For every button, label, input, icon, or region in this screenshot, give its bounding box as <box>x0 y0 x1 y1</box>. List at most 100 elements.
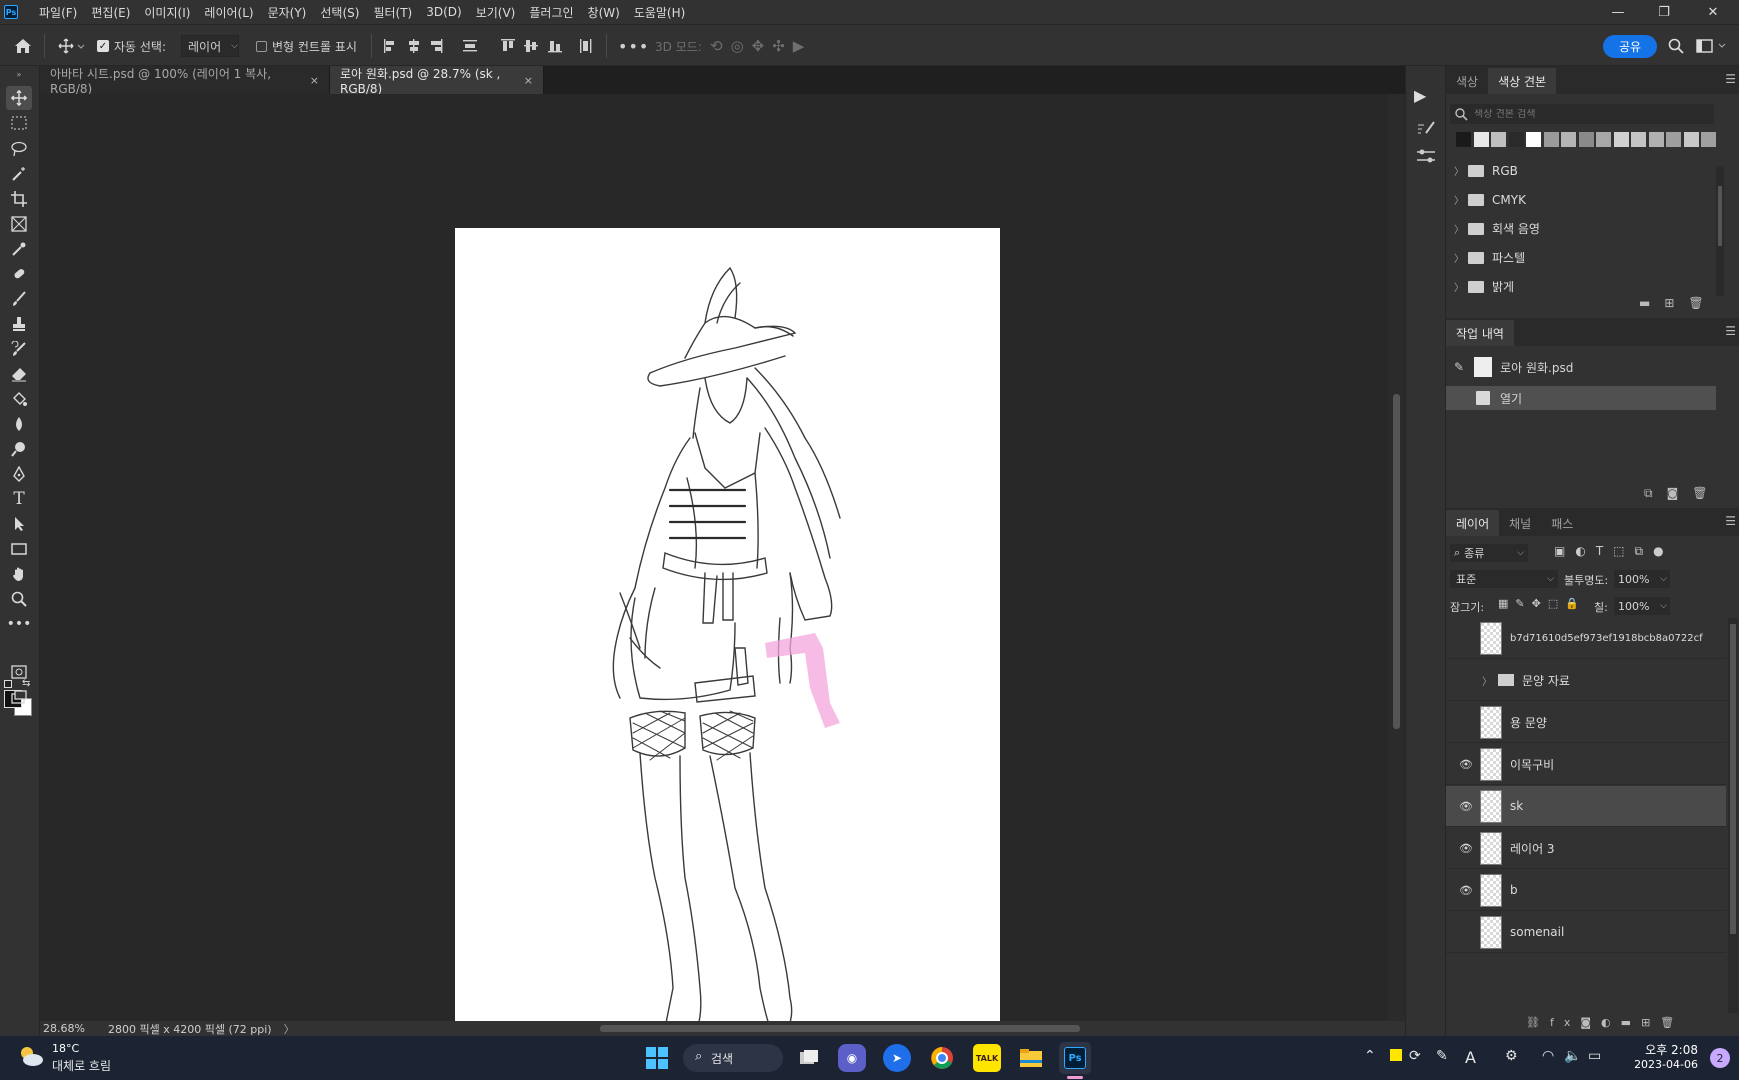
more-tools-icon[interactable]: ••• <box>6 612 32 636</box>
layer-row[interactable]: 👁 이목구비 <box>1446 744 1726 785</box>
type-tool-icon[interactable]: T <box>6 487 32 511</box>
layer-row[interactable]: 〉 문양 자료 <box>1446 660 1726 701</box>
layer-row[interactable]: somenail <box>1446 912 1726 953</box>
kakaotalk-icon[interactable]: TALK <box>973 1044 1001 1072</box>
pen-tool-icon[interactable] <box>6 462 32 486</box>
menu-image[interactable]: 이미지(I) <box>137 4 197 21</box>
layer-row[interactable]: 용 문양 <box>1446 702 1726 743</box>
taskbar-search-box[interactable]: ⌕ 검색 <box>683 1044 783 1072</box>
app-blue-icon[interactable]: ➤ <box>883 1044 911 1072</box>
swatch-folder-rgb[interactable]: 〉 RGB <box>1446 156 1716 185</box>
new-group-icon[interactable]: ▬ <box>1621 1016 1641 1029</box>
menu-3d[interactable]: 3D(D) <box>419 5 468 19</box>
panel-menu-icon[interactable]: ☰ <box>1725 514 1736 528</box>
home-icon[interactable] <box>14 35 32 57</box>
menu-window[interactable]: 창(W) <box>581 4 627 21</box>
screen-mode-icon[interactable] <box>6 685 32 709</box>
layer-filter-dropdown[interactable]: ⌕ 종류 ⌵ <box>1450 544 1528 562</box>
close-tab-icon[interactable]: × <box>524 74 533 87</box>
color-swatch[interactable] <box>1473 132 1489 147</box>
visibility-eye-icon[interactable]: 👁 <box>1454 758 1478 771</box>
menu-edit[interactable]: 편집(E) <box>84 4 137 21</box>
color-swatch[interactable] <box>1613 132 1629 147</box>
menu-help[interactable]: 도움말(H) <box>627 4 693 21</box>
color-swatch[interactable] <box>1508 132 1524 147</box>
scrollbar-thumb[interactable] <box>1393 394 1400 729</box>
task-view-icon[interactable] <box>795 1044 823 1072</box>
color-swatch[interactable] <box>1543 132 1559 147</box>
type-filter-icon[interactable]: T <box>1596 544 1613 558</box>
lock-pixels-icon[interactable]: ✎ <box>1515 597 1531 610</box>
link-layers-icon[interactable]: ⛓ <box>1526 1016 1550 1029</box>
lock-artboard-icon[interactable]: ⬚ <box>1548 597 1565 610</box>
fill-input[interactable]: 100% ⌵ <box>1614 597 1670 615</box>
visibility-eye-icon[interactable]: 👁 <box>1454 842 1478 855</box>
pixel-filter-icon[interactable]: ▣ <box>1554 544 1575 558</box>
auto-select-dropdown[interactable]: 레이어 ⌵ <box>181 35 239 57</box>
tray-pen-icon[interactable]: ✎ <box>1436 1048 1448 1064</box>
transform-controls-checkbox[interactable]: 변형 컨트롤 표시 <box>256 35 357 57</box>
weather-icon[interactable] <box>18 1044 44 1071</box>
color-swatch[interactable] <box>1701 132 1716 147</box>
move-tool-icon[interactable] <box>6 86 32 110</box>
hand-tool-icon[interactable] <box>6 562 32 586</box>
lasso-tool-icon[interactable] <box>6 137 32 161</box>
filter-toggle-icon[interactable]: ● <box>1653 544 1673 558</box>
clock-date[interactable]: 2023-04-06 <box>1618 1058 1698 1071</box>
document-canvas[interactable] <box>455 228 1000 1047</box>
menu-file[interactable]: 파일(F) <box>32 4 84 21</box>
clone-stamp-tool-icon[interactable] <box>6 312 32 336</box>
delete-layer-icon[interactable]: 🗑 <box>1660 1016 1684 1029</box>
color-swatch[interactable] <box>1631 132 1646 147</box>
new-group-icon[interactable]: ▬ <box>1639 296 1664 310</box>
group-expand-icon[interactable]: 〉 <box>1482 673 1492 688</box>
swatches-scrollbar[interactable] <box>1716 166 1724 296</box>
chrome-icon[interactable] <box>928 1044 956 1072</box>
history-state-open[interactable]: 열기 <box>1446 386 1716 410</box>
brush-tool-icon[interactable] <box>6 287 32 311</box>
color-swatch[interactable] <box>1578 132 1594 147</box>
color-swatch[interactable] <box>1456 132 1471 147</box>
tab-history[interactable]: 작업 내역 <box>1446 320 1514 346</box>
color-swatch[interactable] <box>1596 132 1611 147</box>
teams-chat-icon[interactable]: ◉ <box>838 1044 866 1072</box>
volume-icon[interactable]: 🔈 <box>1564 1048 1581 1064</box>
camera-icon[interactable]: ◙ <box>1667 486 1693 500</box>
opacity-input[interactable]: 100% ⌵ <box>1614 570 1670 588</box>
tab-roa-artwork[interactable]: 로아 원화.psd @ 28.7% (sk , RGB/8) × <box>330 66 544 96</box>
rectangle-tool-icon[interactable] <box>6 537 32 561</box>
close-tab-icon[interactable]: × <box>310 74 319 87</box>
marquee-tool-icon[interactable] <box>6 111 32 135</box>
collapse-toolbar-icon[interactable]: » <box>6 70 32 79</box>
lock-position-icon[interactable]: ✥ <box>1532 597 1548 610</box>
close-window-button[interactable]: ✕ <box>1690 0 1736 24</box>
color-swatch[interactable] <box>1491 132 1506 147</box>
crop-tool-icon[interactable] <box>6 187 32 211</box>
visibility-eye-icon[interactable]: 👁 <box>1454 800 1478 813</box>
eyedropper-tool-icon[interactable] <box>6 237 32 261</box>
menu-select[interactable]: 선택(S) <box>313 4 366 21</box>
color-swatch[interactable] <box>1526 132 1541 147</box>
healing-brush-tool-icon[interactable] <box>6 262 32 286</box>
tray-app-icon[interactable] <box>1390 1049 1402 1061</box>
share-button[interactable]: 공유 <box>1603 35 1657 58</box>
ime-indicator[interactable]: A <box>1465 1048 1476 1067</box>
windows-start-icon[interactable] <box>643 1044 671 1072</box>
menu-filter[interactable]: 필터(T) <box>366 4 419 21</box>
layer-row[interactable]: 👁 b <box>1446 870 1726 911</box>
add-mask-icon[interactable]: ◙ <box>1580 1016 1601 1029</box>
show-hidden-icons-icon[interactable]: ⌃ <box>1364 1048 1376 1064</box>
magic-wand-tool-icon[interactable] <box>6 162 32 186</box>
layer-row[interactable]: 👁 레이어 3 <box>1446 828 1726 869</box>
swatch-folder-pastel[interactable]: 〉 파스텔 <box>1446 243 1716 272</box>
panel-menu-icon[interactable]: ☰ <box>1725 72 1736 86</box>
path-selection-tool-icon[interactable] <box>6 512 32 536</box>
tray-settings-icon[interactable]: ⚙ <box>1505 1048 1518 1064</box>
restore-button[interactable]: ❐ <box>1641 0 1687 24</box>
quick-mask-icon[interactable] <box>6 660 32 684</box>
blend-mode-dropdown[interactable]: 표준 ⌵ <box>1450 570 1558 588</box>
tray-sync-icon[interactable]: ⟳ <box>1409 1048 1421 1064</box>
status-arrow-icon[interactable]: 〉 <box>284 1021 295 1037</box>
swatch-search-input[interactable] <box>1474 108 1694 120</box>
menu-layer[interactable]: 레이어(L) <box>197 4 260 21</box>
